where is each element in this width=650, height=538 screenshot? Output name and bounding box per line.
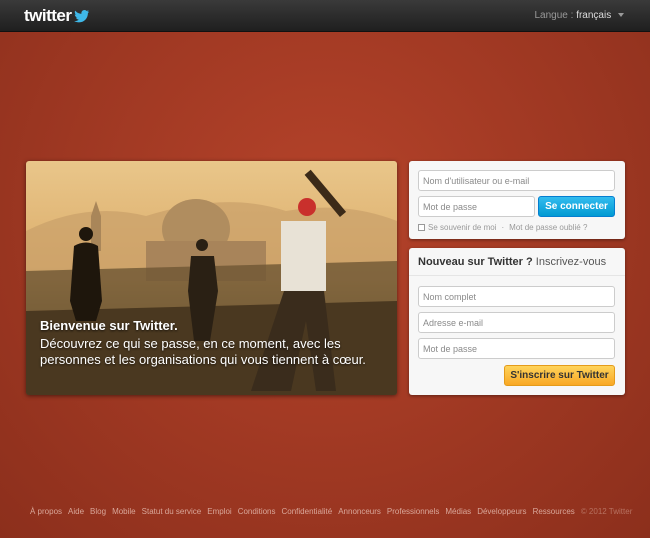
password-input[interactable]: Mot de passe	[418, 196, 535, 217]
separator: ·	[501, 223, 505, 232]
chevron-down-icon	[618, 13, 624, 18]
forgot-password-link[interactable]: Mot de passe oublié ?	[509, 223, 587, 232]
language-value: français	[576, 10, 612, 21]
footer-link[interactable]: Blog	[90, 507, 106, 516]
footer: À propos Aide Blog Mobile Statut du serv…	[30, 507, 633, 516]
remember-row: Se souvenir de moi · Mot de passe oublié…	[418, 223, 587, 232]
signup-password-input[interactable]: Mot de passe	[418, 338, 615, 359]
logo-text: twitter	[24, 6, 72, 25]
footer-link[interactable]: Statut du service	[142, 507, 202, 516]
signup-heading-strong: Nouveau sur Twitter ?	[418, 256, 533, 268]
remember-label[interactable]: Se souvenir de moi	[428, 223, 496, 232]
fullname-input[interactable]: Nom complet	[418, 286, 615, 307]
footer-link[interactable]: Conditions	[238, 507, 276, 516]
signup-button[interactable]: S'inscrire sur Twitter	[504, 365, 615, 386]
signup-panel: Nouveau sur Twitter ? Inscrivez-vous Nom…	[409, 248, 625, 395]
signup-heading: Nouveau sur Twitter ? Inscrivez-vous	[409, 248, 625, 276]
signup-heading-light: Inscrivez-vous	[535, 256, 607, 268]
hero-image: Bienvenue sur Twitter. Découvrez ce qui …	[26, 161, 397, 395]
username-input[interactable]: Nom d'utilisateur ou e-mail	[418, 170, 615, 191]
copyright: © 2012 Twitter	[580, 507, 633, 516]
footer-link[interactable]: Médias	[445, 507, 471, 516]
hero-title: Bienvenue sur Twitter.	[40, 318, 178, 333]
language-selector[interactable]: Langue : français	[534, 10, 624, 21]
footer-link[interactable]: Annonceurs	[338, 507, 381, 516]
language-label: Langue :	[534, 10, 574, 21]
footer-link[interactable]: Mobile	[112, 507, 136, 516]
footer-link[interactable]: Confidentialité	[282, 507, 333, 516]
login-button[interactable]: Se connecter	[538, 196, 615, 217]
bird-icon	[73, 10, 89, 23]
footer-link[interactable]: Développeurs	[477, 507, 526, 516]
remember-checkbox[interactable]	[418, 224, 425, 231]
footer-link[interactable]: Ressources	[533, 507, 575, 516]
footer-link[interactable]: Professionnels	[387, 507, 439, 516]
footer-link[interactable]: Aide	[68, 507, 84, 516]
footer-link[interactable]: À propos	[30, 507, 62, 516]
email-input[interactable]: Adresse e-mail	[418, 312, 615, 333]
twitter-logo[interactable]: twitter	[24, 6, 90, 26]
footer-link[interactable]: Emploi	[207, 507, 231, 516]
top-bar: twitter Langue : français	[0, 0, 650, 32]
hero-text: Découvrez ce qui se passe, en ce moment,…	[40, 336, 366, 367]
login-panel: Nom d'utilisateur ou e-mail Mot de passe…	[409, 161, 625, 239]
